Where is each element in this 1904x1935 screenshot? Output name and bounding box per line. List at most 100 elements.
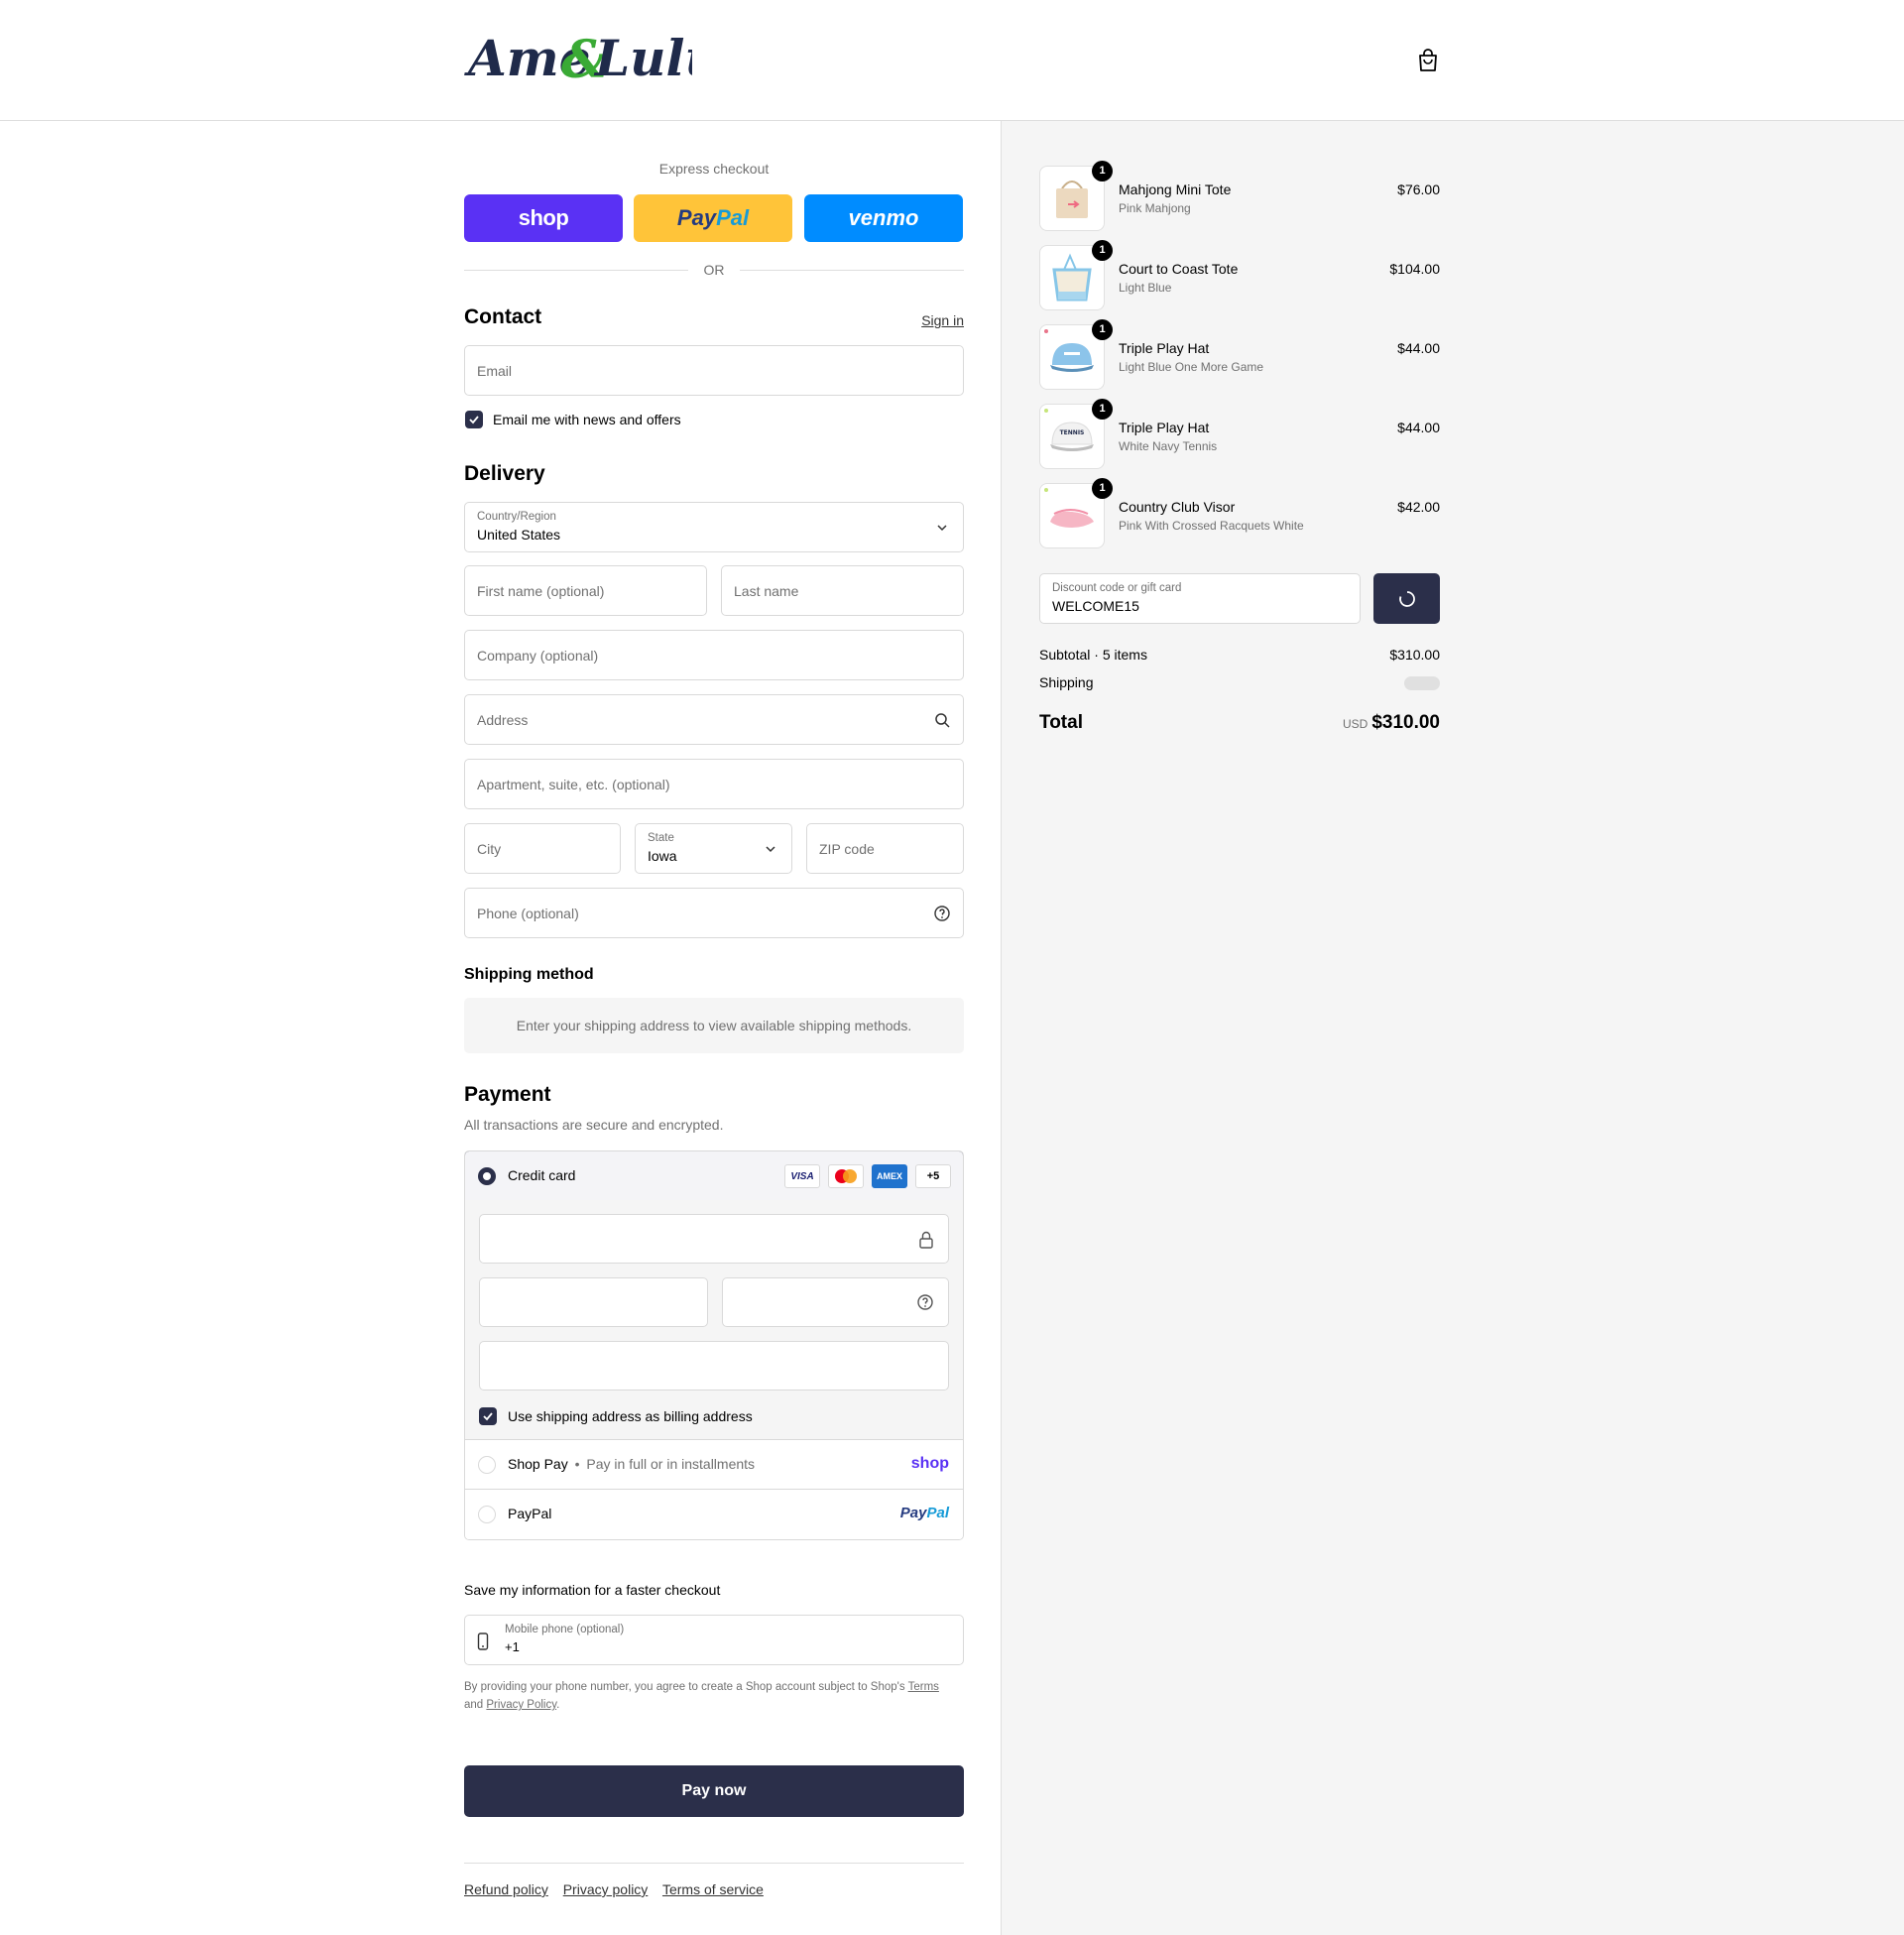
shipping-method-heading: Shipping method	[464, 966, 594, 983]
paypal-option[interactable]: PayPal PayPal	[465, 1490, 963, 1539]
express-checkout-title: Express checkout	[658, 161, 770, 177]
contact-heading: Contact	[464, 305, 542, 328]
item-name: Mahjong Mini Tote	[1119, 181, 1232, 197]
header: Ame & Lulu	[0, 0, 1904, 121]
cart-item: 1 Triple Play Hat Light Blue One More Ga…	[1039, 319, 1440, 390]
payment-heading: Payment	[464, 1083, 551, 1106]
product-image: TENNIS 1	[1039, 399, 1113, 469]
shop-pay-express-button[interactable]: shop	[464, 194, 623, 242]
shopping-bag-icon[interactable]	[1416, 48, 1440, 73]
loading-spinner-icon	[1398, 590, 1415, 607]
item-price: $44.00	[1397, 340, 1440, 356]
checkmark-icon	[483, 1412, 493, 1421]
first-name-field[interactable]: First name (optional)	[464, 565, 707, 616]
subtotal-label: Subtotal · 5 items	[1039, 647, 1147, 663]
brand-logo[interactable]: Ame & Lulu	[464, 18, 692, 101]
shop-pay-desc: Pay in full or in installments	[586, 1456, 756, 1472]
item-variant: Pink With Crossed Racquets White	[1119, 519, 1304, 533]
search-icon	[935, 713, 950, 728]
amex-icon: AMEX	[872, 1164, 907, 1188]
venmo-express-button[interactable]: venmo	[804, 194, 963, 242]
sign-in-link[interactable]: Sign in	[921, 312, 964, 328]
shop-terms-link[interactable]: Terms	[908, 1681, 939, 1693]
item-price: $76.00	[1397, 181, 1440, 197]
visa-icon: VISA	[784, 1164, 820, 1188]
shipping-method-notice: Enter your shipping address to view avai…	[464, 998, 964, 1053]
company-field[interactable]: Company (optional)	[464, 630, 964, 680]
svg-text:TENNIS: TENNIS	[1060, 429, 1085, 436]
item-price: $42.00	[1397, 499, 1440, 515]
item-variant: Light Blue	[1119, 281, 1172, 295]
quantity-badge: 1	[1092, 319, 1113, 340]
item-variant: White Navy Tennis	[1119, 439, 1218, 453]
phone-field[interactable]: Phone (optional)	[464, 888, 964, 938]
help-icon[interactable]	[916, 1293, 934, 1311]
paypal-radio[interactable]	[478, 1506, 496, 1523]
zip-field[interactable]: ZIP code	[806, 823, 964, 874]
email-field[interactable]: Email	[464, 345, 964, 396]
quantity-badge: 1	[1092, 240, 1113, 261]
credit-card-form: Use shipping address as billing address	[465, 1200, 963, 1440]
shop-pay-radio[interactable]	[478, 1456, 496, 1474]
cart-item: 1 Court to Coast Tote Light Blue $104.00	[1039, 240, 1440, 310]
shipping-label: Shipping	[1039, 674, 1094, 690]
security-code-field[interactable]	[722, 1277, 949, 1327]
refund-policy-link[interactable]: Refund policy	[464, 1881, 548, 1897]
news-checkbox[interactable]	[465, 411, 483, 428]
quantity-badge: 1	[1092, 161, 1113, 181]
item-name: Country Club Visor	[1119, 499, 1236, 515]
order-summary-panel	[1001, 121, 1904, 1935]
apartment-field[interactable]: Apartment, suite, etc. (optional)	[464, 759, 964, 809]
news-label: Email me with news and offers	[493, 412, 681, 427]
shop-pay-option[interactable]: Shop Pay • Pay in full or in installment…	[465, 1440, 963, 1490]
shop-pay-label: Shop Pay	[508, 1456, 568, 1472]
product-image: 1	[1039, 240, 1113, 310]
product-image: 1	[1039, 478, 1113, 548]
apply-discount-button[interactable]	[1373, 573, 1440, 624]
credit-card-option[interactable]: Credit card VISA AMEX +5	[465, 1151, 963, 1201]
card-number-field[interactable]	[479, 1214, 949, 1264]
quantity-badge: 1	[1092, 478, 1113, 499]
last-name-field[interactable]: Last name	[721, 565, 964, 616]
privacy-policy-link[interactable]: Privacy policy	[563, 1881, 649, 1897]
address-field[interactable]: Address	[464, 694, 964, 745]
shop-privacy-link[interactable]: Privacy Policy	[486, 1699, 556, 1711]
city-field[interactable]: City	[464, 823, 621, 874]
product-image: 1	[1039, 161, 1113, 231]
item-price: $44.00	[1397, 420, 1440, 435]
help-icon[interactable]	[933, 905, 951, 922]
state-select[interactable]: State Iowa	[635, 823, 792, 874]
checkmark-icon	[469, 416, 479, 424]
billing-checkbox[interactable]	[479, 1407, 497, 1425]
total-label: Total	[1039, 712, 1083, 733]
item-price: $104.00	[1389, 261, 1440, 277]
credit-card-label: Credit card	[508, 1167, 576, 1183]
chevron-down-icon	[766, 846, 775, 853]
delivery-heading: Delivery	[464, 462, 545, 485]
paypal-label: PayPal	[508, 1506, 552, 1521]
product-image: 1	[1039, 319, 1113, 390]
total-value: $310.00	[1371, 712, 1440, 733]
chevron-down-icon	[937, 525, 947, 532]
billing-label: Use shipping address as billing address	[508, 1408, 753, 1424]
cart-item: TENNIS 1 Triple Play Hat White Navy Tenn…	[1039, 399, 1440, 469]
mastercard-icon	[828, 1164, 864, 1188]
payment-subtitle: All transactions are secure and encrypte…	[464, 1117, 724, 1133]
save-info-heading: Save my information for a faster checkou…	[464, 1582, 721, 1598]
more-brands-badge: +5	[915, 1164, 951, 1188]
mobile-phone-field[interactable]: Mobile phone (optional) +1	[464, 1615, 964, 1665]
credit-card-radio[interactable]	[478, 1167, 496, 1185]
discount-code-field[interactable]: Discount code or gift card WELCOME15	[1039, 573, 1361, 624]
item-name: Triple Play Hat	[1119, 420, 1210, 435]
country-select[interactable]: Country/Region United States	[464, 502, 964, 552]
paypal-express-button[interactable]: Pay Pal	[634, 194, 792, 242]
shop-pay-logo: shop	[910, 1455, 949, 1472]
cart-item: 1 Mahjong Mini Tote Pink Mahjong $76.00	[1039, 161, 1440, 231]
pay-now-button[interactable]: Pay now	[464, 1765, 964, 1817]
terms-of-service-link[interactable]: Terms of service	[662, 1881, 764, 1897]
name-on-card-field[interactable]	[479, 1341, 949, 1391]
expiration-field[interactable]	[479, 1277, 708, 1327]
cart-item: 1 Country Club Visor Pink With Crossed R…	[1039, 478, 1440, 548]
paypal-logo: PayPal	[899, 1505, 949, 1521]
phone-disclaimer: By providing your phone number, you agre…	[464, 1681, 939, 1711]
